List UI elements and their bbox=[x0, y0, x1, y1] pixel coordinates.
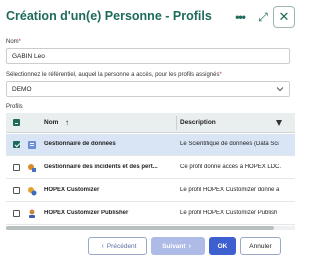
table-row[interactable]: Gestionnaire des incidents et des pert..… bbox=[6, 157, 295, 179]
row-checkbox[interactable] bbox=[13, 210, 20, 217]
table-header: Nom ↑ Description bbox=[6, 113, 295, 133]
required-mark: * bbox=[219, 72, 222, 78]
repository-value: DEMO bbox=[12, 85, 32, 93]
customizer-icon bbox=[28, 187, 37, 196]
customizer-publisher-icon bbox=[29, 209, 35, 218]
previous-button[interactable]: ‹ Précédent bbox=[88, 237, 147, 255]
nom-field[interactable]: GABIN Leo bbox=[6, 48, 290, 64]
chevron-left-icon: ‹ bbox=[101, 242, 104, 250]
row-description: Ce profil donne accès à HOPEX LDC. bbox=[180, 164, 282, 170]
dialog-header: Création d'un(e) Personne - Profils ••• … bbox=[0, 0, 300, 34]
dialog-title: Création d'un(e) Personne - Profils bbox=[6, 9, 212, 23]
row-checkbox[interactable] bbox=[13, 141, 20, 148]
nom-label: Nom* bbox=[6, 39, 22, 45]
incident-manager-icon bbox=[28, 164, 36, 172]
row-description: Le profil HOPEX Customizer Publish bbox=[180, 210, 278, 216]
table-row[interactable]: Gestionnaire de données Le Scientifique d… bbox=[6, 134, 295, 156]
horizontal-scrollbar[interactable] bbox=[6, 226, 295, 230]
chevron-down-icon bbox=[276, 87, 284, 92]
row-description: Le Scientifique de données (Data Sci bbox=[180, 141, 279, 147]
expand-icon[interactable]: ⤢ bbox=[253, 7, 273, 27]
sort-ascending-icon[interactable]: ↑ bbox=[65, 118, 69, 127]
profiles-label: Profils bbox=[6, 104, 23, 110]
dialog-footer: ‹ Précédent Suivant › OK Annuler bbox=[0, 236, 300, 258]
row-name: HOPEX Customizer bbox=[44, 187, 100, 193]
column-header-nom[interactable]: Nom bbox=[44, 119, 58, 126]
column-divider[interactable] bbox=[176, 116, 177, 130]
close-button[interactable]: ✕ bbox=[273, 6, 295, 28]
row-checkbox[interactable] bbox=[13, 187, 20, 194]
data-manager-icon bbox=[28, 141, 36, 149]
chevron-right-icon: › bbox=[188, 242, 191, 250]
filter-icon[interactable] bbox=[276, 120, 282, 126]
row-checkbox[interactable] bbox=[13, 164, 20, 171]
ok-button[interactable]: OK bbox=[209, 237, 236, 255]
next-button[interactable]: Suivant › bbox=[151, 237, 205, 255]
row-name: Gestionnaire de données bbox=[44, 141, 116, 147]
row-name: HOPEX Customizer Publisher bbox=[44, 210, 129, 216]
row-name: Gestionnaire des incidents et des pert..… bbox=[44, 164, 158, 170]
profiles-table: Nom ↑ Description Gestionnaire de donnée… bbox=[6, 113, 295, 225]
table-row[interactable]: HOPEX Customizer Le profil HOPEX Customiz… bbox=[6, 180, 295, 202]
cancel-button[interactable]: Annuler bbox=[240, 237, 281, 255]
table-row[interactable]: HOPEX Customizer Publisher Le profil HOPE… bbox=[6, 203, 295, 225]
required-mark: * bbox=[18, 39, 22, 45]
select-all-checkbox[interactable] bbox=[13, 119, 20, 126]
scrollbar-thumb[interactable] bbox=[6, 226, 274, 230]
repository-label: Sélectionnez le référentiel, auquel la p… bbox=[6, 72, 222, 78]
column-header-description[interactable]: Description bbox=[180, 119, 216, 126]
row-description: Le profil HOPEX Customizer donne a bbox=[180, 187, 280, 193]
more-options-icon[interactable]: ••• bbox=[230, 7, 250, 27]
repository-select[interactable]: DEMO bbox=[6, 81, 290, 97]
